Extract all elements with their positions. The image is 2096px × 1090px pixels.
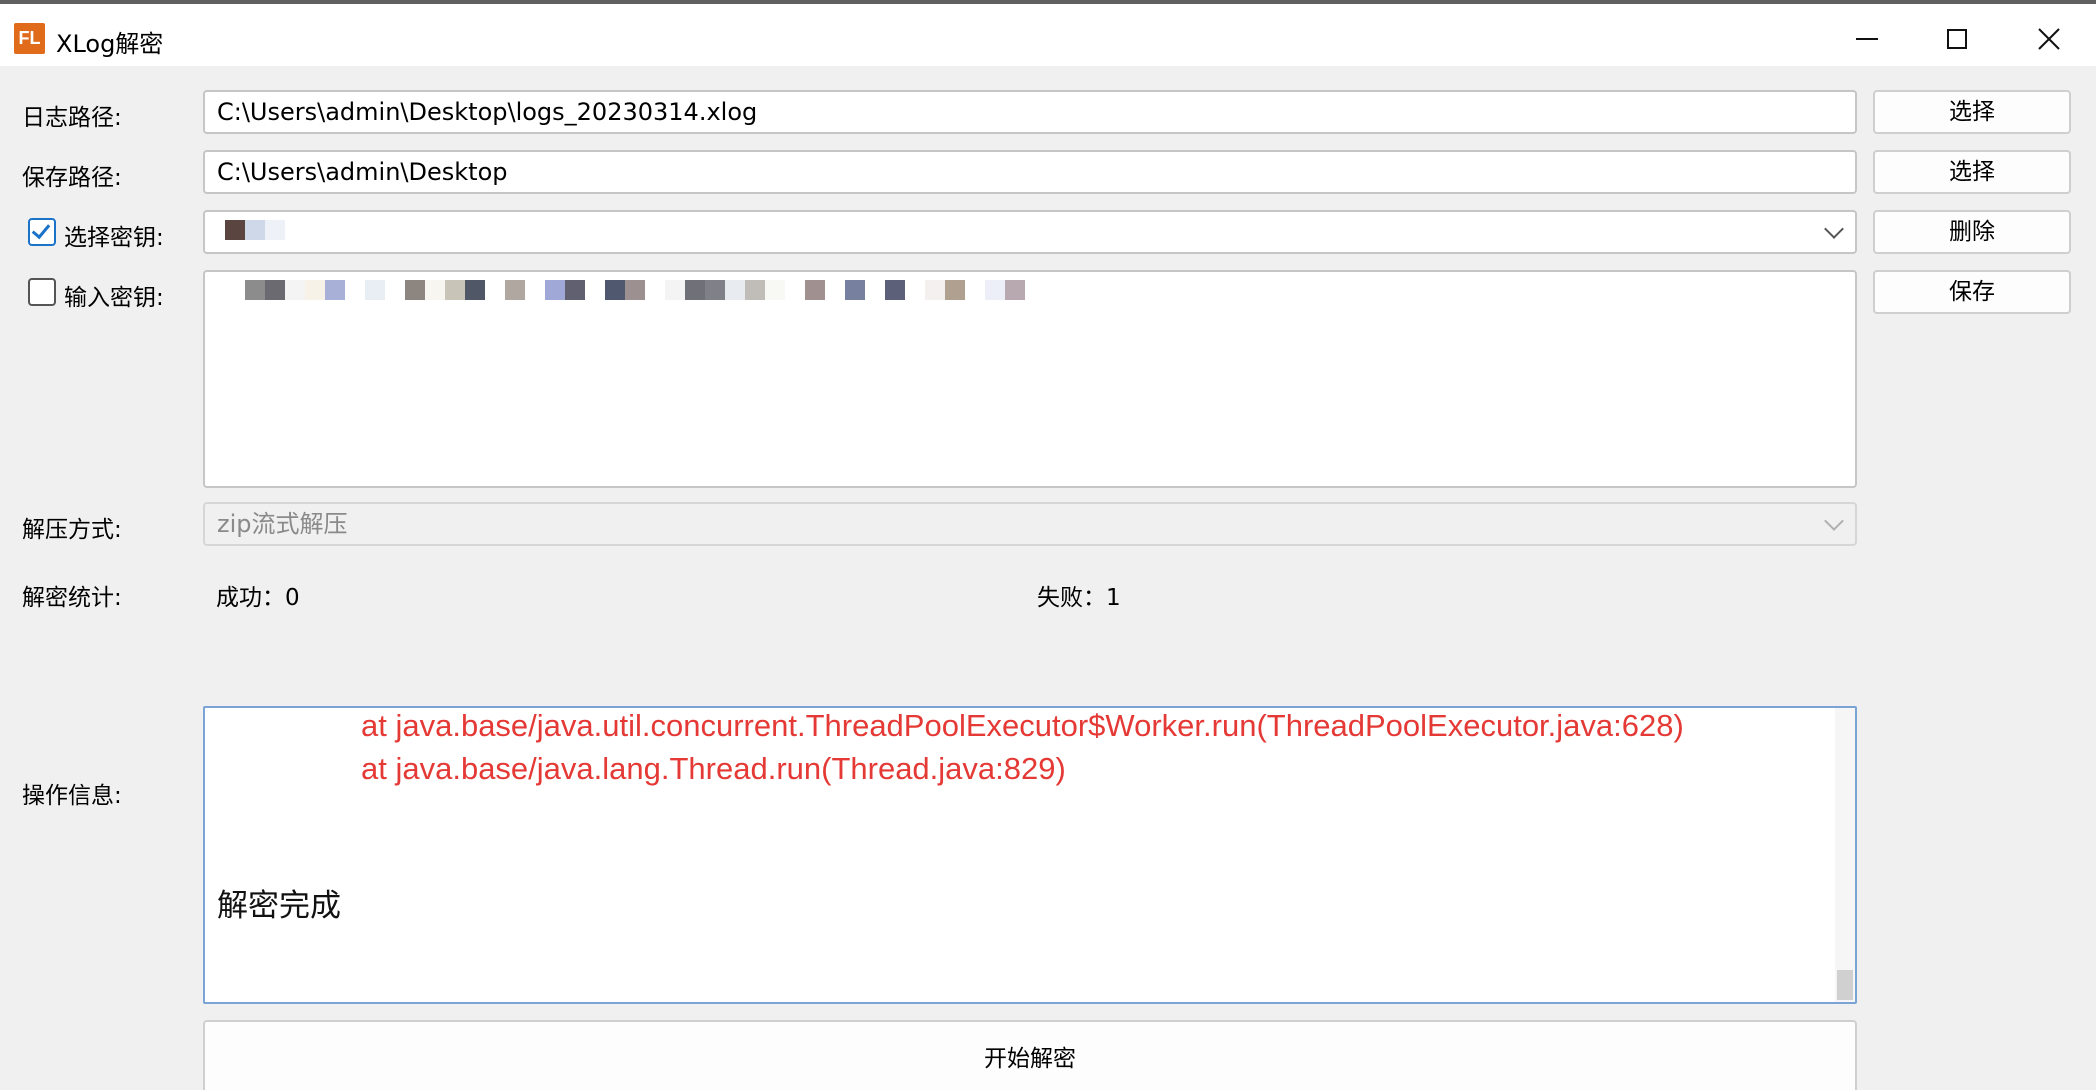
stats-label: 解密统计: — [22, 585, 122, 611]
app-icon: FL — [14, 23, 45, 54]
minimize-icon — [1856, 38, 1878, 40]
chevron-down-icon — [1824, 511, 1844, 531]
redacted-key — [225, 220, 285, 240]
select-key-label: 选择密钥: — [64, 225, 164, 251]
input-key-textarea[interactable] — [203, 270, 1857, 488]
checkmark-icon — [31, 219, 51, 240]
title-bar: FL XLog解密 — [0, 0, 2096, 66]
log-error-line: at java.base/java.util.concurrent.Thread… — [361, 708, 1684, 743]
log-label: 操作信息: — [22, 783, 122, 809]
start-decrypt-button[interactable]: 开始解密 — [203, 1020, 1857, 1090]
save-path-select-button[interactable]: 选择 — [1873, 150, 2071, 194]
maximize-button[interactable] — [1922, 14, 1992, 64]
failure-count: 失败：1 — [1037, 585, 1121, 611]
decompress-combo: zip流式解压 — [203, 502, 1857, 546]
decompress-label: 解压方式: — [22, 517, 122, 543]
scrollbar-thumb[interactable] — [1837, 970, 1853, 1000]
select-key-checkbox[interactable] — [28, 218, 56, 246]
minimize-button[interactable] — [1832, 14, 1902, 64]
close-button[interactable] — [2014, 14, 2084, 64]
log-path-label: 日志路径: — [22, 105, 122, 131]
maximize-icon — [1947, 29, 1967, 49]
main-panel: 日志路径: C:\Users\admin\Desktop\logs_202303… — [0, 66, 2096, 1090]
delete-key-button[interactable]: 删除 — [1873, 210, 2071, 254]
log-error-line: at java.base/java.lang.Thread.run(Thread… — [361, 751, 1066, 786]
save-key-button[interactable]: 保存 — [1873, 270, 2071, 314]
chevron-down-icon — [1824, 219, 1844, 239]
select-key-combo[interactable] — [203, 210, 1857, 254]
close-icon — [2038, 28, 2060, 50]
input-key-label: 输入密钥: — [64, 285, 164, 311]
decompress-value: zip流式解压 — [217, 510, 348, 538]
save-path-input[interactable]: C:\Users\admin\Desktop — [203, 150, 1857, 194]
success-count: 成功：0 — [216, 585, 300, 611]
redacted-key-input — [245, 280, 1045, 300]
log-path-input[interactable]: C:\Users\admin\Desktop\logs_20230314.xlo… — [203, 90, 1857, 134]
input-key-checkbox[interactable] — [28, 278, 56, 306]
log-scrollbar[interactable] — [1835, 708, 1855, 1002]
log-path-select-button[interactable]: 选择 — [1873, 90, 2071, 134]
save-path-label: 保存路径: — [22, 165, 122, 191]
log-done-message: 解密完成 — [217, 888, 341, 924]
log-output[interactable]: at java.base/java.util.concurrent.Thread… — [203, 706, 1857, 1004]
window-title: XLog解密 — [56, 30, 164, 58]
